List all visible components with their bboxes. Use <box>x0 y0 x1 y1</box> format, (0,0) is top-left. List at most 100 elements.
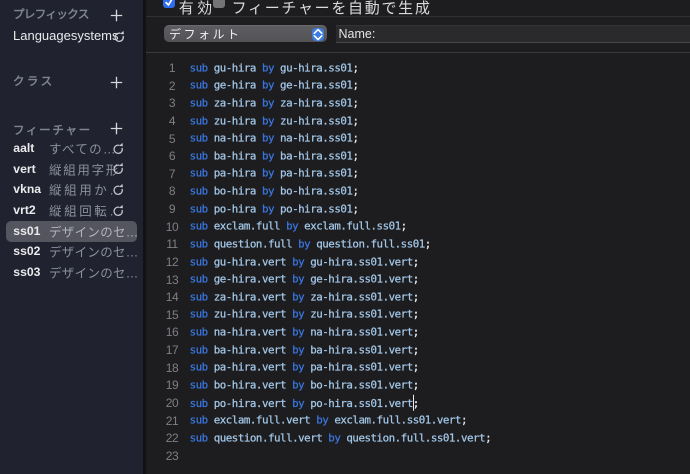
code-keyword: sub <box>189 360 208 374</box>
code-keyword: sub <box>189 413 208 427</box>
code-line[interactable]: 1 sub gu-hira by gu-hira.ss01; <box>146 59 690 77</box>
refresh-feature-icon[interactable] <box>111 162 125 176</box>
feature-list-item-vrt2[interactable]: vrt2 縦組回転… <box>0 200 143 221</box>
code-line[interactable]: 11 sub question.full by question.full.ss… <box>146 235 690 253</box>
code-identifier: bo-hira.vert <box>207 378 293 392</box>
name-field[interactable]: Name: <box>336 25 690 43</box>
sidebar-item-languagesystems[interactable]: Languagesystems <box>13 29 119 42</box>
code-line[interactable]: 3 sub za-hira by za-hira.ss01; <box>146 94 690 112</box>
code-line[interactable]: 6 sub ba-hira by ba-hira.ss01; <box>146 147 690 165</box>
code-identifier: bo-hira <box>207 184 262 198</box>
code-line[interactable]: 14 sub za-hira.vert by za-hira.ss01.vert… <box>146 288 690 306</box>
code-identifier: ge-hira.ss01 <box>274 78 353 92</box>
refresh-languagesystems-icon[interactable] <box>112 30 126 44</box>
code-identifier: po-hira <box>207 202 262 216</box>
add-class-button[interactable] <box>110 76 123 89</box>
feature-list-item-vkna[interactable]: vkna 縦組用か… <box>0 179 143 200</box>
code-text: sub ba-hira.vert by ba-hira.ss01.vert; <box>189 343 420 357</box>
code-line[interactable]: 5 sub na-hira by na-hira.ss01; <box>146 129 690 147</box>
code-identifier: po-hira.ss01.vert <box>304 396 413 410</box>
dropdown-stepper <box>312 27 325 41</box>
code-keyword: by <box>316 413 329 427</box>
code-keyword: by <box>298 237 311 251</box>
code-line[interactable]: 13 sub ge-hira.vert by ge-hira.ss01.vert… <box>146 270 690 288</box>
code-line[interactable]: 17 sub ba-hira.vert by ba-hira.ss01.vert… <box>146 341 690 359</box>
code-text: sub zu-hira.vert by zu-hira.ss01.vert; <box>189 307 419 321</box>
code-semicolon: ; <box>412 396 420 410</box>
code-keyword: sub <box>189 184 208 198</box>
code-keyword: by <box>292 290 305 304</box>
code-identifier: ge-hira <box>207 78 262 92</box>
code-text: sub zu-hira by zu-hira.ss01; <box>189 114 359 127</box>
code-keyword: by <box>261 184 275 198</box>
code-identifier: exclam.full.vert <box>207 413 317 427</box>
code-identifier: pa-hira.ss01.vert <box>304 360 413 374</box>
code-semicolon: ; <box>485 431 492 445</box>
code-line[interactable]: 7 sub pa-hira by pa-hira.ss01; <box>146 165 690 183</box>
code-identifier: pa-hira.vert <box>207 360 293 374</box>
code-identifier: po-hira.vert <box>207 396 293 410</box>
feature-list-item-ss01[interactable]: ss01 デザインのセ… <box>0 220 143 243</box>
code-line[interactable]: 12 sub gu-hira.vert by gu-hira.ss01.vert… <box>146 253 690 271</box>
code-line[interactable]: 2 sub ge-hira by ge-hira.ss01; <box>146 77 690 95</box>
code-text: sub exclam.full.vert by exclam.full.ss01… <box>189 413 467 427</box>
code-line[interactable]: 9 sub po-hira by po-hira.ss01; <box>146 200 690 218</box>
feature-section-label: フィーチャー <box>13 125 92 138</box>
code-semicolon: ; <box>352 78 359 92</box>
code-identifier: zu-hira.vert <box>207 307 293 321</box>
code-keyword: sub <box>189 149 208 163</box>
code-line[interactable]: 10 sub exclam.full by exclam.full.ss01; <box>146 218 690 236</box>
feature-list-item-aalt[interactable]: aalt すべての… <box>0 138 143 159</box>
feature-description: デザインのセ… <box>49 245 139 260</box>
code-identifier: za-hira.ss01.vert <box>304 290 413 304</box>
add-feature-button[interactable] <box>110 122 123 135</box>
code-keyword: sub <box>189 343 208 357</box>
auto-generate-checkbox[interactable] <box>212 0 225 9</box>
code-keyword: sub <box>189 202 208 216</box>
checkmark-icon <box>164 0 172 6</box>
class-section-label: クラス <box>13 75 55 88</box>
code-line[interactable]: 20 sub po-hira.vert by po-hira.ss01.vert… <box>146 394 690 412</box>
code-identifier: za-hira.vert <box>207 290 293 304</box>
code-keyword: by <box>292 378 305 392</box>
code-line[interactable]: 4 sub zu-hira by zu-hira.ss01; <box>146 112 690 130</box>
feature-list-item-vert[interactable]: vert 縦組用字形 <box>0 158 143 179</box>
code-keyword: sub <box>189 431 208 445</box>
code-semicolon: ; <box>412 360 420 374</box>
code-identifier: exclam.full.ss01.vert <box>328 413 461 427</box>
code-line[interactable]: 15 sub zu-hira.vert by zu-hira.ss01.vert… <box>146 306 690 324</box>
feature-tag: aalt <box>13 141 35 155</box>
code-keyword: sub <box>189 290 208 304</box>
code-keyword: by <box>261 149 275 163</box>
code-line[interactable]: 19 sub bo-hira.vert by bo-hira.ss01.vert… <box>146 376 690 394</box>
code-keyword: by <box>292 255 305 269</box>
code-identifier: bo-hira.ss01.vert <box>304 378 413 392</box>
code-line[interactable]: 22 sub question.full.vert by question.fu… <box>146 429 690 447</box>
refresh-feature-icon[interactable] <box>111 183 125 197</box>
feature-list-item-ss02[interactable]: ss02 デザインのセ… <box>0 241 143 262</box>
variant-dropdown[interactable]: デフォルト <box>163 24 327 42</box>
code-line[interactable]: 16 sub na-hira.vert by na-hira.ss01.vert… <box>146 323 690 341</box>
code-line[interactable]: 21 sub exclam.full.vert by exclam.full.s… <box>146 411 690 429</box>
add-prefix-button[interactable] <box>110 9 123 22</box>
code-identifier: ge-hira.ss01.vert <box>304 272 413 286</box>
code-text: sub po-hira by po-hira.ss01; <box>189 202 359 216</box>
code-line[interactable]: 18 sub pa-hira.vert by pa-hira.ss01.vert… <box>146 359 690 377</box>
code-identifier: za-hira <box>207 96 262 110</box>
code-semicolon: ; <box>400 219 408 233</box>
code-line[interactable]: 8 sub bo-hira by bo-hira.ss01; <box>146 182 690 200</box>
code-keyword: by <box>292 272 305 286</box>
code-semicolon: ; <box>412 343 420 357</box>
code-identifier: gu-hira.vert <box>207 255 293 269</box>
code-keyword: by <box>292 396 305 410</box>
feature-list-item-ss03[interactable]: ss03 デザインのセ… <box>0 262 143 283</box>
code-line[interactable]: 23 <box>146 447 690 465</box>
feature-description: デザインのセ… <box>49 266 139 281</box>
refresh-feature-icon[interactable] <box>111 142 125 156</box>
feature-tag: ss01 <box>13 223 41 238</box>
code-keyword: by <box>292 360 305 374</box>
feature-code-editor[interactable]: 1 sub gu-hira by gu-hira.ss01; 2 sub ge-… <box>146 52 690 474</box>
code-identifier: na-hira.ss01 <box>274 131 353 145</box>
enabled-checkbox[interactable] <box>162 0 175 9</box>
refresh-feature-icon[interactable] <box>111 204 125 218</box>
